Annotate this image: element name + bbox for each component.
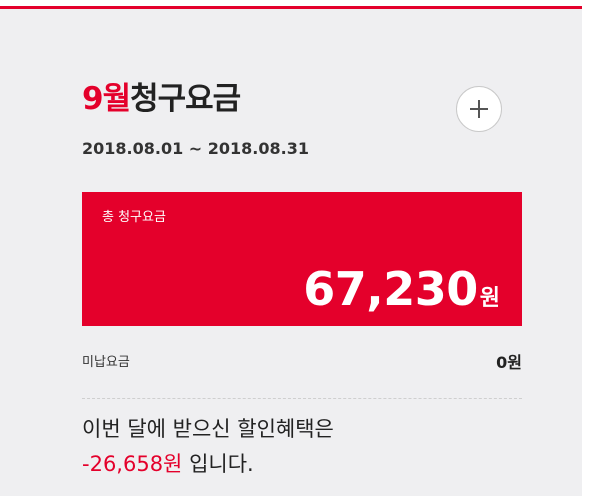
unpaid-label: 미납요금 xyxy=(82,355,130,370)
total-bill-number: 67,230 xyxy=(303,262,478,316)
unpaid-value: 0원 xyxy=(496,353,522,372)
bill-summary-card: 9월청구요금 2018.08.01 ~ 2018.08.31 총 청구요금 67… xyxy=(0,6,582,496)
benefit-amount: -26,658원 xyxy=(82,452,183,476)
total-bill-label: 총 청구요금 xyxy=(102,210,166,225)
plus-icon-vertical xyxy=(478,100,480,118)
benefit-text: 이번 달에 받으신 할인혜택은 xyxy=(82,417,334,441)
dashed-divider xyxy=(82,398,522,399)
expand-button[interactable] xyxy=(456,86,502,132)
total-bill-amount: 67,230원 xyxy=(303,264,500,325)
benefit-suffix: 입니다. xyxy=(182,452,254,476)
billing-period: 2018.08.01 ~ 2018.08.31 xyxy=(82,139,309,158)
total-bill-box: 총 청구요금 67,230원 xyxy=(82,192,522,326)
bill-title: 9월청구요금 xyxy=(82,79,241,119)
bill-title-suffix: 청구요금 xyxy=(130,81,241,117)
total-bill-unit: 원 xyxy=(479,286,500,311)
bill-month: 9월 xyxy=(82,81,131,117)
benefit-amount-line: -26,658원 입니다. xyxy=(82,449,254,479)
